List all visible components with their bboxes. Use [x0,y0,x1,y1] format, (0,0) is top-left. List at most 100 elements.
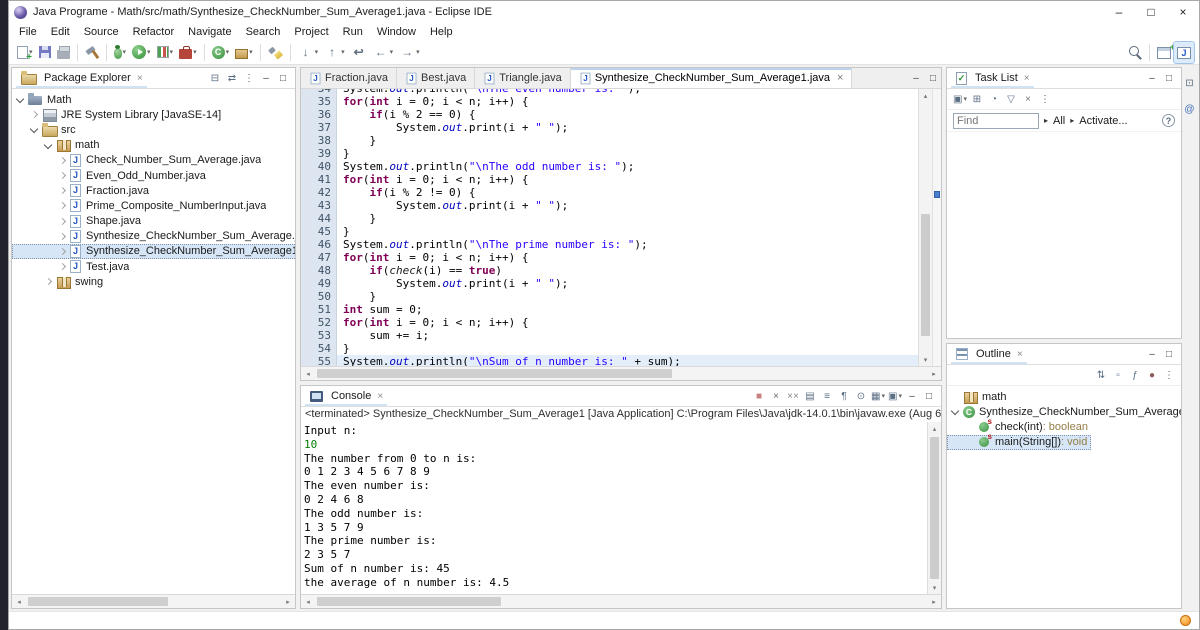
maximize-view-button[interactable]: □ [275,70,291,86]
coverage-button[interactable]: ▾ [154,42,177,63]
expand-expander-icon[interactable] [57,200,68,211]
code-line[interactable]: if(i % 2 != 0) { [337,186,918,199]
tree-item-check-number-sum-average-java[interactable]: JCheck_Number_Sum_Average.java [12,153,295,168]
scroll-up-arrow[interactable]: ▴ [919,89,932,102]
scroll-right-arrow[interactable]: ▸ [927,370,941,378]
close-view-icon[interactable]: × [137,73,143,84]
collapse-expander-icon[interactable] [15,94,26,105]
console-view-tab[interactable]: Console × [305,386,387,406]
scrollbar-thumb[interactable] [921,214,930,336]
editor-tab-fraction-java[interactable]: JFraction.java [301,68,397,88]
close-view-icon[interactable]: × [1017,349,1023,360]
task-list-view-tab[interactable]: ✓ Task List × [951,68,1034,88]
minimize-window-button[interactable]: – [1103,1,1135,23]
task-find-input[interactable] [953,113,1039,129]
scrollbar-thumb[interactable] [28,597,168,606]
outline-tree[interactable]: mathCSynthesize_CheckNumber_Sum_Average1… [947,386,1181,608]
menu-help[interactable]: Help [423,25,460,39]
minimize-view-button[interactable]: – [904,388,920,404]
tree-item-even-odd-number-java[interactable]: JEven_Odd_Number.java [12,168,295,183]
code-line[interactable]: } [337,225,918,238]
overview-annotation-marker[interactable] [934,191,940,198]
scroll-lock-button[interactable]: ≡ [819,388,835,404]
sort-button[interactable]: ⇅ [1093,367,1109,383]
menu-navigate[interactable]: Navigate [181,25,238,39]
minimize-view-button[interactable]: – [1144,346,1160,362]
console-horizontal-scrollbar[interactable]: ◂ ▸ [301,594,941,608]
previous-annotation-button[interactable]: ↑▾ [321,42,348,63]
expand-expander-icon[interactable] [57,170,68,181]
code-line[interactable]: } [337,290,918,303]
package-explorer-horizontal-scrollbar[interactable]: ◂ ▸ [12,594,295,608]
print-button[interactable] [54,42,73,63]
close-tab-icon[interactable]: × [837,72,843,84]
restore-minimized-view-button[interactable]: ⊡ [1182,75,1198,91]
code-line[interactable]: System.out.print(i + " "); [337,277,918,290]
scroll-left-arrow[interactable]: ◂ [301,598,315,606]
code-line[interactable]: System.out.println("\nThe odd number is:… [337,160,918,173]
collapse-expander-icon[interactable] [950,406,961,417]
collapse-expander-icon[interactable] [43,140,54,151]
menu-run[interactable]: Run [336,25,370,39]
scrollbar-thumb[interactable] [930,437,939,579]
code-line[interactable]: System.out.print(i + " "); [337,199,918,212]
tree-item-math[interactable]: math [947,389,1181,404]
new-java-package-button[interactable]: ▾ [232,42,256,63]
scroll-right-arrow[interactable]: ▸ [281,598,295,606]
code-line[interactable]: int sum = 0; [337,303,918,316]
tree-item-src[interactable]: src [12,122,295,137]
editor-tab-triangle-java[interactable]: JTriangle.java [475,68,571,88]
code-line[interactable]: sum += i; [337,329,918,342]
code-line[interactable]: } [337,134,918,147]
close-window-button[interactable]: × [1167,1,1199,23]
menu-project[interactable]: Project [287,25,335,39]
code-line[interactable]: System.out.println("\nSum of n number is… [337,355,918,366]
package-explorer-tree[interactable]: MathJRE System Library [JavaSE-14]srcmat… [12,89,295,594]
view-menu-button[interactable]: ⋮ [1037,91,1053,107]
scroll-left-arrow[interactable]: ◂ [12,598,26,606]
tree-item-swing[interactable]: swing [12,274,295,289]
help-icon[interactable]: ? [1162,114,1175,127]
expand-expander-icon[interactable] [57,185,68,196]
view-menu-button[interactable]: ⋮ [1161,367,1177,383]
code-line[interactable]: for(int i = 0; i < n; i++) { [337,173,918,186]
notification-icon[interactable] [1180,615,1191,626]
java-perspective-button[interactable]: J [1174,42,1194,63]
tree-item-synthesize-checknumber-sum-average1[interactable]: CSynthesize_CheckNumber_Sum_Average1 [947,404,1181,419]
scroll-down-arrow[interactable]: ▾ [919,353,932,366]
view-menu-button[interactable]: ⋮ [241,70,257,86]
collapse-expander-icon[interactable] [29,124,40,135]
menu-window[interactable]: Window [370,25,423,39]
run-external-tools-button[interactable]: ▾ [176,42,200,63]
editor-body[interactable]: 3435363738394041424344454647484950515253… [301,89,941,366]
tree-item-fraction-java[interactable]: JFraction.java [12,183,295,198]
tree-item-shape-java[interactable]: JShape.java [12,214,295,229]
package-explorer-view-tab[interactable]: Package Explorer × [16,68,147,88]
code-line[interactable]: for(int i = 0; i < n; i++) { [337,316,918,329]
tree-item-main-string[interactable]: main(String[]) : void [947,435,1091,450]
last-edit-location-button[interactable]: ↩ [348,42,370,63]
clear-console-button[interactable]: ▤ [802,388,818,404]
minimize-view-button[interactable]: – [908,70,924,86]
maximize-view-button[interactable]: □ [925,70,941,86]
scrollbar-thumb[interactable] [317,369,672,378]
code-line[interactable]: } [337,212,918,225]
close-view-icon[interactable]: × [1024,73,1030,84]
scrollbar-thumb[interactable] [317,597,501,606]
tree-item-test-java[interactable]: JTest.java [12,259,295,274]
focus-on-workweek-button[interactable]: ◔ [986,91,1002,107]
menu-search[interactable]: Search [239,25,288,39]
minimize-view-button[interactable]: – [1144,70,1160,86]
terminate-button[interactable]: ■ [751,388,767,404]
delete-task-button[interactable]: × [1020,91,1036,107]
tree-item-jre-system-library-javase-14[interactable]: JRE System Library [JavaSE-14] [12,107,295,122]
forward-button[interactable]: →▾ [396,42,423,63]
word-wrap-button[interactable]: ¶ [836,388,852,404]
hide-non-public-button[interactable]: ● [1144,367,1160,383]
scroll-left-arrow[interactable]: ◂ [301,370,315,378]
scroll-up-arrow[interactable]: ▴ [928,422,941,435]
tree-item-math[interactable]: Math [12,92,295,107]
new-java-class-button[interactable]: C▾ [209,42,233,63]
expand-expander-icon[interactable] [57,216,68,227]
code-area[interactable]: System.out.println("\nThe even number is… [337,89,918,366]
